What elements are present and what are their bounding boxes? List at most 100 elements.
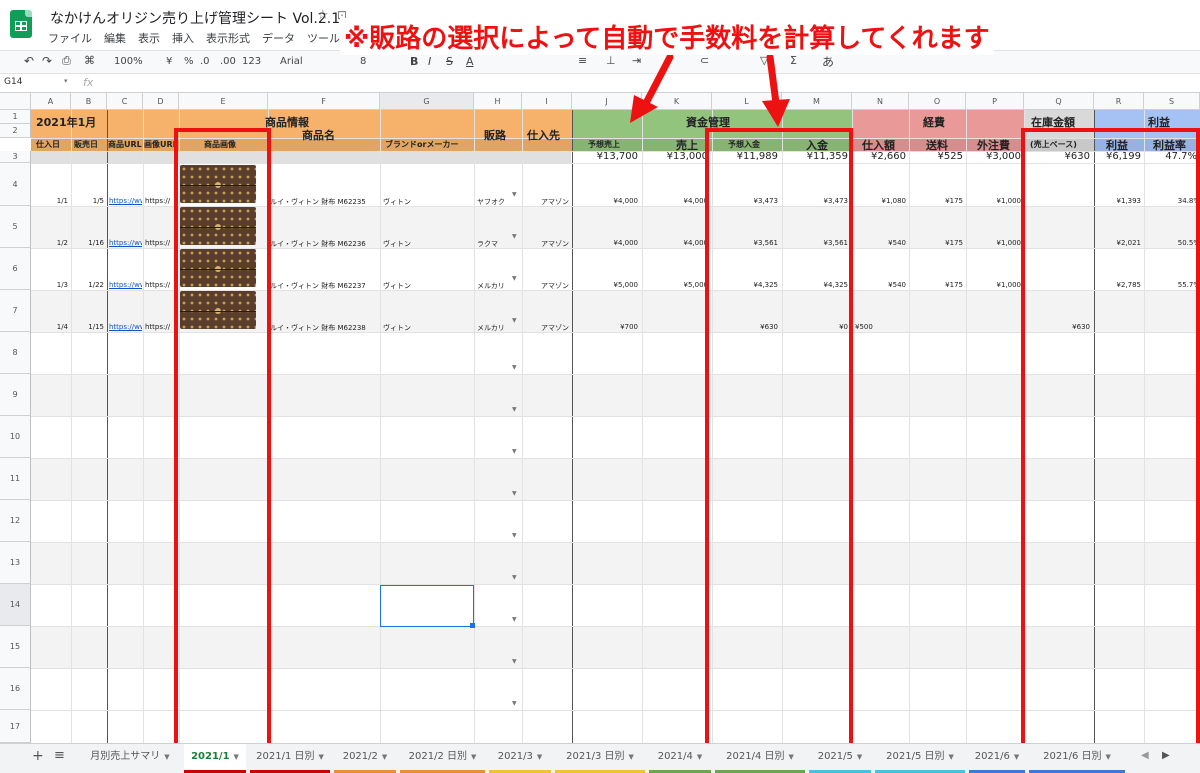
row5-sales[interactable]: ¥4,000 bbox=[642, 239, 709, 247]
row14-channel-dropdown-icon[interactable]: ▼ bbox=[512, 616, 517, 623]
row4-supplier[interactable]: アマゾン bbox=[522, 197, 569, 207]
row6-channel-dropdown-icon[interactable]: ▼ bbox=[512, 275, 517, 282]
tab-2021-3[interactable]: 2021/3 ▼ bbox=[489, 744, 551, 773]
total-sales[interactable]: ¥13,000 bbox=[642, 151, 708, 162]
row11-channel-dropdown-icon[interactable]: ▼ bbox=[512, 490, 517, 497]
row5-sale-date[interactable]: 1/16 bbox=[71, 239, 104, 247]
redo-icon[interactable]: ↷ bbox=[42, 54, 52, 68]
name-box-dropdown-icon[interactable]: ▾ bbox=[64, 77, 68, 85]
row-header-16[interactable]: 16 bbox=[0, 668, 31, 710]
row6-channel[interactable]: メルカリ bbox=[477, 281, 505, 291]
row7-supplier[interactable]: アマゾン bbox=[522, 323, 569, 333]
scroll-right-icon[interactable]: ▶ bbox=[1162, 750, 1170, 761]
scroll-left-icon[interactable]: ◀ bbox=[1141, 750, 1149, 761]
sheets-logo-icon[interactable] bbox=[10, 10, 32, 38]
col-header-r[interactable]: R bbox=[1094, 93, 1144, 110]
row6-brand[interactable]: ヴィトン bbox=[383, 281, 411, 291]
tab-2021-4[interactable]: 2021/4 ▼ bbox=[649, 744, 711, 773]
col-header-p[interactable]: P bbox=[966, 93, 1024, 110]
row7-expected-sales[interactable]: ¥700 bbox=[572, 323, 638, 331]
menu-edit[interactable]: 編集 bbox=[104, 30, 126, 46]
row7-sale-date[interactable]: 1/15 bbox=[71, 323, 104, 331]
tab-2021-3-daily[interactable]: 2021/3 日別 ▼ bbox=[555, 744, 645, 773]
row6-sale-date[interactable]: 1/22 bbox=[71, 281, 104, 289]
row-header-4[interactable]: 4 bbox=[0, 163, 31, 206]
row5-channel-dropdown-icon[interactable]: ▼ bbox=[512, 233, 517, 240]
col-header-n[interactable]: N bbox=[852, 93, 909, 110]
add-sheet-icon[interactable]: + bbox=[32, 748, 44, 764]
more-formats-button[interactable]: 123 bbox=[242, 56, 261, 67]
name-box[interactable]: G14 bbox=[4, 77, 22, 87]
row-header-3[interactable]: 3 bbox=[0, 151, 31, 163]
row12-channel-dropdown-icon[interactable]: ▼ bbox=[512, 532, 517, 539]
all-sheets-icon[interactable]: ≡ bbox=[54, 748, 65, 763]
paint-format-icon[interactable]: ⌘ bbox=[84, 54, 95, 67]
ime-indicator[interactable]: あ bbox=[822, 53, 834, 70]
col-header-h[interactable]: H bbox=[474, 93, 522, 110]
row10-channel-dropdown-icon[interactable]: ▼ bbox=[512, 448, 517, 455]
row6-sales[interactable]: ¥5,000 bbox=[642, 281, 709, 289]
row-header-12[interactable]: 12 bbox=[0, 500, 31, 542]
row15-channel-dropdown-icon[interactable]: ▼ bbox=[512, 658, 517, 665]
print-icon[interactable]: ⎙ bbox=[62, 54, 71, 68]
total-expected-sales[interactable]: ¥13,700 bbox=[572, 151, 638, 162]
strikethrough-icon[interactable]: S bbox=[446, 55, 453, 68]
row7-channel[interactable]: メルカリ bbox=[477, 323, 505, 333]
row7-purchase-date[interactable]: 1/4 bbox=[31, 323, 68, 331]
document-title[interactable]: なかけんオリジン売り上げ管理シート Vol.2.1 bbox=[50, 8, 340, 28]
row6-purchase-amount[interactable]: ¥540 bbox=[852, 281, 906, 289]
undo-icon[interactable]: ↶ bbox=[24, 54, 34, 68]
row4-channel-dropdown-icon[interactable]: ▼ bbox=[512, 191, 517, 198]
row6-shipping[interactable]: ¥175 bbox=[909, 281, 963, 289]
row4-expected-sales[interactable]: ¥4,000 bbox=[572, 197, 639, 205]
row7-product-url[interactable]: https://ww bbox=[109, 323, 142, 331]
row5-supplier[interactable]: アマゾン bbox=[522, 239, 569, 249]
row-header-15[interactable]: 15 bbox=[0, 626, 31, 668]
row5-brand[interactable]: ヴィトン bbox=[383, 239, 411, 249]
row-header-11[interactable]: 11 bbox=[0, 458, 31, 500]
row4-sale-date[interactable]: 1/5 bbox=[71, 197, 104, 205]
row4-shipping[interactable]: ¥175 bbox=[909, 197, 963, 205]
tab-2021-5-daily[interactable]: 2021/5 日別 ▼ bbox=[875, 744, 965, 773]
bold-icon[interactable]: B bbox=[410, 55, 418, 68]
row5-shipping[interactable]: ¥175 bbox=[909, 239, 963, 247]
row7-purchase-amount[interactable]: ¥500 bbox=[852, 323, 906, 331]
total-purchase[interactable]: ¥2,660 bbox=[852, 151, 906, 162]
menu-tools[interactable]: ツール bbox=[307, 30, 340, 46]
row-header-14[interactable]: 14 bbox=[0, 584, 31, 626]
row9-channel-dropdown-icon[interactable]: ▼ bbox=[512, 406, 517, 413]
col-header-e[interactable]: E bbox=[179, 93, 268, 110]
row5-product-name[interactable]: ルイ・ヴィトン 財布 M62236 bbox=[270, 239, 378, 249]
row7-channel-dropdown-icon[interactable]: ▼ bbox=[512, 317, 517, 324]
row-header-7[interactable]: 7 bbox=[0, 290, 31, 332]
valign-icon[interactable]: ⊥ bbox=[606, 54, 616, 67]
row6-product-name[interactable]: ルイ・ヴィトン 財布 M62237 bbox=[270, 281, 378, 291]
row-header-10[interactable]: 10 bbox=[0, 416, 31, 458]
row6-outsourcing[interactable]: ¥1,000 bbox=[966, 281, 1022, 289]
menu-data[interactable]: データ bbox=[262, 30, 295, 46]
decrease-decimal-button[interactable]: .0 bbox=[200, 56, 210, 67]
row-header-6[interactable]: 6 bbox=[0, 248, 31, 290]
row6-product-url[interactable]: https://ww bbox=[109, 281, 142, 289]
row4-product-name[interactable]: ルイ・ヴィトン 財布 M62235 bbox=[270, 197, 378, 207]
row13-channel-dropdown-icon[interactable]: ▼ bbox=[512, 574, 517, 581]
tab-2021-1-daily[interactable]: 2021/1 日別 ▼ bbox=[250, 744, 330, 773]
row-header-13[interactable]: 13 bbox=[0, 542, 31, 584]
row-header-17[interactable]: 17 bbox=[0, 710, 31, 743]
text-color-icon[interactable]: A bbox=[466, 55, 474, 68]
tab-2021-5[interactable]: 2021/5 ▼ bbox=[809, 744, 871, 773]
total-shipping[interactable]: ¥525 bbox=[909, 151, 963, 162]
row-header-5[interactable]: 5 bbox=[0, 206, 31, 248]
tab-2021-1[interactable]: 2021/1 ▼ bbox=[184, 744, 246, 773]
row5-product-url[interactable]: https://ww bbox=[109, 239, 142, 247]
fill-handle[interactable] bbox=[470, 623, 475, 628]
row4-brand[interactable]: ヴィトン bbox=[383, 197, 411, 207]
tab-2021-6-daily[interactable]: 2021/6 日別 ▼ bbox=[1029, 744, 1125, 773]
menu-view[interactable]: 表示 bbox=[138, 30, 160, 46]
increase-decimal-button[interactable]: .00 bbox=[220, 56, 236, 67]
menu-file[interactable]: ファイル bbox=[48, 30, 92, 46]
tab-monthly-summary[interactable]: 月別売上サマリ ▼ bbox=[80, 744, 180, 770]
col-header-d[interactable]: D bbox=[143, 93, 179, 110]
col-header-g[interactable]: G bbox=[380, 93, 474, 110]
col-header-s[interactable]: S bbox=[1144, 93, 1200, 110]
